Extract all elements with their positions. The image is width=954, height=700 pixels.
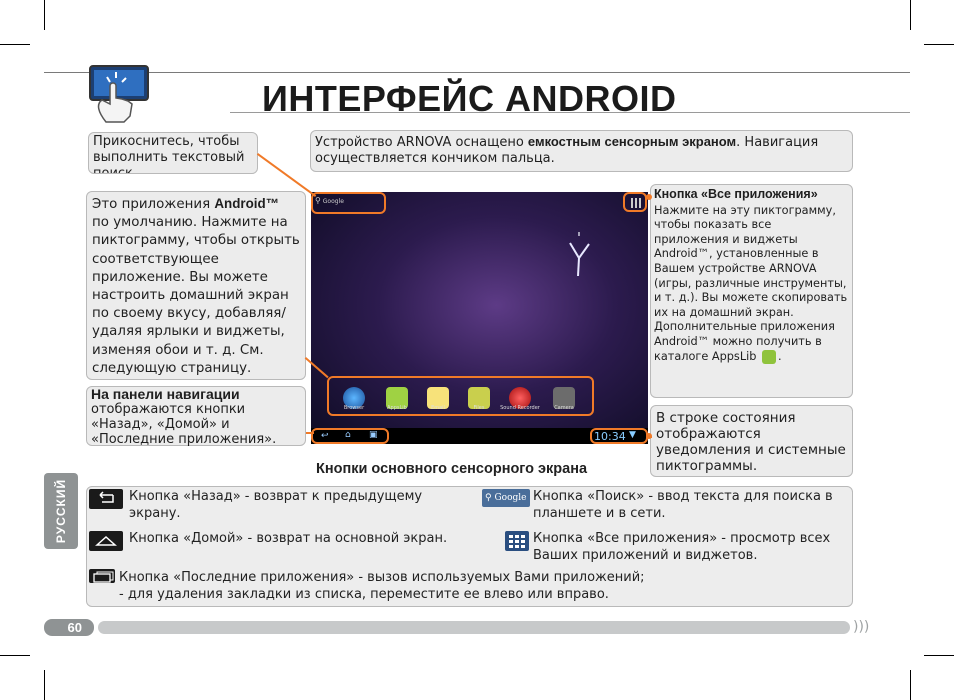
callout-device: Устройство ARNOVA оснащено емкостным сен… [310, 130, 853, 172]
section-caption: Кнопки основного сенсорного экрана [316, 461, 588, 477]
callout-status-bar: В строке состояния отображаются уведомле… [650, 405, 853, 477]
pointer-dot [646, 194, 652, 200]
back-button-icon [89, 489, 123, 509]
search-google-label: Google [494, 493, 527, 503]
legend-search: Кнопка «Поиск» - ввод текста для поиска … [533, 489, 833, 521]
search-glass-icon: ⚲ [485, 493, 492, 503]
callout-nav-bold: На панели навигации [91, 386, 240, 402]
callout-nav-text: отображаются кнопки «Назад», «Домой» и «… [91, 402, 277, 447]
crop-mark [910, 670, 911, 700]
callout-apps-post: по умолчанию. Нажмите на пиктограмму, чт… [92, 215, 300, 376]
callout-device-bold: емкостным сенсорным экраном [527, 134, 737, 149]
screen-clock-widget [549, 228, 609, 288]
legend-home: Кнопка «Домой» - возврат на основной экр… [129, 531, 448, 546]
all-apps-grid-icon [505, 531, 529, 551]
page-number-badge: 60 [44, 619, 94, 636]
page-number: 60 [67, 620, 82, 635]
header-rule [44, 72, 910, 73]
crop-mark [44, 0, 45, 30]
callout-search-text: Прикоснитесь, чтобы выполнить текстовый … [93, 134, 245, 174]
highlight-app-dock [327, 376, 594, 416]
crop-mark [0, 655, 30, 656]
recent-apps-icon [89, 569, 115, 583]
language-tab: РУССКИЙ [44, 473, 78, 549]
pointer-dot [646, 433, 652, 439]
touch-tablet-icon [88, 64, 150, 124]
callout-apps-bold: Android™ [214, 196, 280, 211]
legend-recent-1: Кнопка «Последние приложения» - вызов ис… [119, 570, 645, 585]
pointer-line [306, 432, 314, 434]
callout-search: Прикоснитесь, чтобы выполнить текстовый … [88, 132, 258, 174]
crop-mark [44, 670, 45, 700]
callout-apps-pre: Это приложения [92, 197, 215, 212]
callout-all-apps: Кнопка «Все приложения» Нажмите на эту п… [650, 184, 853, 398]
crop-mark [910, 0, 911, 30]
highlight-search [311, 192, 386, 214]
callout-apps: Это приложения Android™ по умолчанию. На… [86, 191, 306, 380]
callout-all-apps-text: Нажмите на эту пиктограмму, чтобы показа… [654, 203, 848, 363]
search-google-icon: ⚲ Google [482, 489, 530, 507]
crop-mark [924, 44, 954, 45]
callout-all-apps-title: Кнопка «Все приложения» [654, 187, 818, 201]
legend-recent-2: - для удаления закладки из списка, перем… [119, 587, 609, 602]
crop-mark [924, 655, 954, 656]
language-tab-label: РУССКИЙ [54, 478, 68, 544]
home-button-icon [89, 531, 123, 551]
footer-bar [98, 621, 850, 634]
highlight-nav-buttons [311, 428, 389, 444]
crop-mark [0, 44, 30, 45]
appslib-icon [762, 349, 777, 364]
callout-status-text: В строке состояния отображаются уведомле… [656, 410, 846, 474]
highlight-all-apps [623, 192, 647, 212]
page-title: ИНТЕРФЕЙС ANDROID [262, 78, 677, 119]
legend-all-apps: Кнопка «Все приложения» - просмотр всех … [533, 531, 831, 563]
callout-all-apps-end: . [778, 349, 782, 363]
legend-back: Кнопка «Назад» - возврат к предыдущему э… [129, 489, 423, 521]
callout-navigation: На панели навигации отображаются кнопки … [86, 386, 306, 447]
footer-arrows: ))) [853, 619, 870, 635]
highlight-status-bar [590, 428, 648, 444]
callout-device-pre: Устройство ARNOVA оснащено [315, 135, 528, 150]
